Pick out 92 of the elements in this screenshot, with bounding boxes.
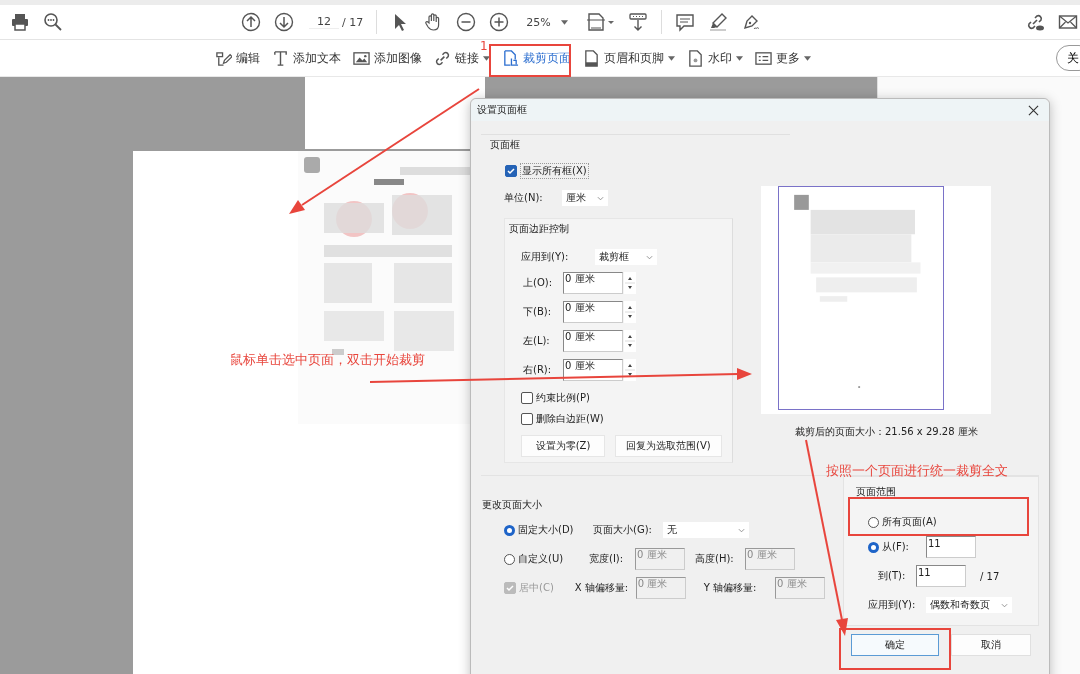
- page-total: / 17: [980, 570, 1000, 582]
- toolbar-tool[interactable]: 添加图像: [349, 44, 426, 72]
- chevron-icon: [738, 527, 745, 533]
- toolbar-tool[interactable]: 更多: [751, 44, 815, 72]
- field-label: 下(B):: [522, 305, 553, 319]
- apply-to-dropdown[interactable]: 裁剪框: [595, 249, 657, 265]
- group-heading: 页面边距控制: [509, 222, 570, 236]
- dialog-button[interactable]: 设置为零(Z): [521, 435, 605, 457]
- checkbox-label: 约束比例(P): [536, 391, 590, 405]
- radio-button[interactable]: [504, 524, 515, 536]
- page-size-dropdown[interactable]: 无: [663, 522, 749, 538]
- field-label: 到(T):: [878, 569, 907, 583]
- page-header-icon: [583, 49, 600, 67]
- radio-button[interactable]: [868, 516, 879, 528]
- field-label: 应用到(Y):: [868, 598, 917, 612]
- fit-page-icon[interactable]: [584, 12, 615, 32]
- field-label: 应用到(Y):: [521, 250, 570, 264]
- from-page-field[interactable]: 11: [926, 536, 976, 558]
- arrow-up-icon[interactable]: [241, 12, 261, 32]
- section-heading: 更改页面大小: [481, 498, 543, 512]
- annotation-note: 按照一个页面进行统一裁剪全文: [826, 462, 1008, 480]
- zoom-level-dropdown[interactable]: 25%: [522, 15, 572, 29]
- checkbox[interactable]: [505, 165, 517, 177]
- checkbox-label: 显示所有框(X): [520, 163, 589, 179]
- toolbar-tool[interactable]: 添加文本: [268, 44, 345, 72]
- toolbar-tool[interactable]: 页眉和页脚: [579, 44, 679, 72]
- checkbox[interactable]: [521, 413, 533, 425]
- margin-field[interactable]: 0 厘米: [563, 359, 623, 381]
- annotation-note: 鼠标单击选中页面，双击开始裁剪: [230, 351, 425, 369]
- toolbar-tool[interactable]: 编辑: [211, 44, 264, 72]
- mail-icon[interactable]: [1058, 12, 1078, 32]
- dialog-title: 设置页面框: [477, 103, 527, 117]
- checkbox-label: 删除白边距(W): [536, 412, 604, 426]
- list-icon: [755, 49, 772, 67]
- page-size-caption: 裁剪后的页面大小：21.56 x 29.28 厘米: [795, 425, 979, 439]
- link-icon[interactable]: [1025, 12, 1045, 32]
- dialog-button[interactable]: 回复为选取范围(V): [615, 435, 722, 457]
- radio-button[interactable]: [504, 553, 515, 565]
- arrow-down-icon[interactable]: [274, 12, 294, 32]
- field-label: 高度(H):: [695, 552, 735, 566]
- crop-page-icon: [502, 49, 519, 67]
- field-label: 左(L):: [522, 334, 551, 348]
- edit-icon: [215, 49, 232, 67]
- spinner[interactable]: [624, 272, 636, 294]
- checkbox[interactable]: [521, 392, 533, 404]
- field-label: 页面大小(G):: [593, 523, 653, 537]
- radio-label: 从(F):: [882, 540, 909, 554]
- highlighter-icon[interactable]: [707, 12, 728, 32]
- checkbox-label: 居中(C): [519, 581, 554, 595]
- field-label: Y 轴偏移量:: [703, 581, 758, 595]
- image-icon: [353, 49, 370, 67]
- margin-field[interactable]: 0 厘米: [563, 330, 623, 352]
- scroll-icon[interactable]: [627, 12, 648, 32]
- radio-label: 所有页面(A): [882, 515, 937, 529]
- section-heading: 页面范围: [856, 485, 897, 499]
- spinner[interactable]: [624, 330, 636, 352]
- comment-icon[interactable]: [674, 12, 695, 32]
- print-icon[interactable]: [10, 12, 30, 32]
- radio-label: 固定大小(D): [518, 523, 574, 537]
- unit-dropdown[interactable]: 厘米: [561, 190, 608, 206]
- field-label: 宽度(I):: [589, 552, 625, 566]
- chevron-icon: [1001, 602, 1008, 608]
- page-number-field[interactable]: 12: [309, 15, 339, 29]
- radio-button[interactable]: [868, 541, 879, 553]
- margin-field[interactable]: 0 厘米: [563, 272, 623, 294]
- close-tools-button[interactable]: 关: [1056, 45, 1080, 71]
- watermark-icon: [687, 49, 704, 67]
- page-subset-dropdown[interactable]: 偶数和奇数页: [926, 597, 1012, 613]
- radio-label: 自定义(U): [518, 552, 564, 566]
- ok-button[interactable]: 确定: [851, 634, 939, 656]
- spinner[interactable]: [624, 301, 636, 323]
- spinner[interactable]: [624, 359, 636, 381]
- caret-icon: [560, 19, 568, 25]
- to-page-field[interactable]: 11: [916, 565, 966, 587]
- field-label: 右(R):: [522, 363, 553, 377]
- cancel-button[interactable]: 取消: [951, 634, 1031, 656]
- text-icon: [272, 49, 289, 67]
- page-total: / 17: [342, 15, 364, 29]
- margin-field[interactable]: 0 厘米: [563, 301, 623, 323]
- zoom-out-icon[interactable]: [456, 12, 477, 32]
- section-heading: 页面框: [490, 139, 520, 150]
- field-label: 上(O):: [522, 276, 554, 290]
- chevron-icon: [646, 254, 653, 260]
- search-icon[interactable]: [43, 12, 63, 32]
- field-label: 单位(N):: [504, 191, 543, 205]
- chevron-icon: [596, 195, 604, 201]
- toolbar-tool[interactable]: 水印: [683, 44, 747, 72]
- step-number: 1: [480, 39, 488, 53]
- close-icon[interactable]: [1028, 104, 1039, 116]
- zoom-in-icon[interactable]: [489, 12, 510, 32]
- link-icon: [434, 49, 451, 67]
- field-label: X 轴偏移量:: [574, 581, 630, 595]
